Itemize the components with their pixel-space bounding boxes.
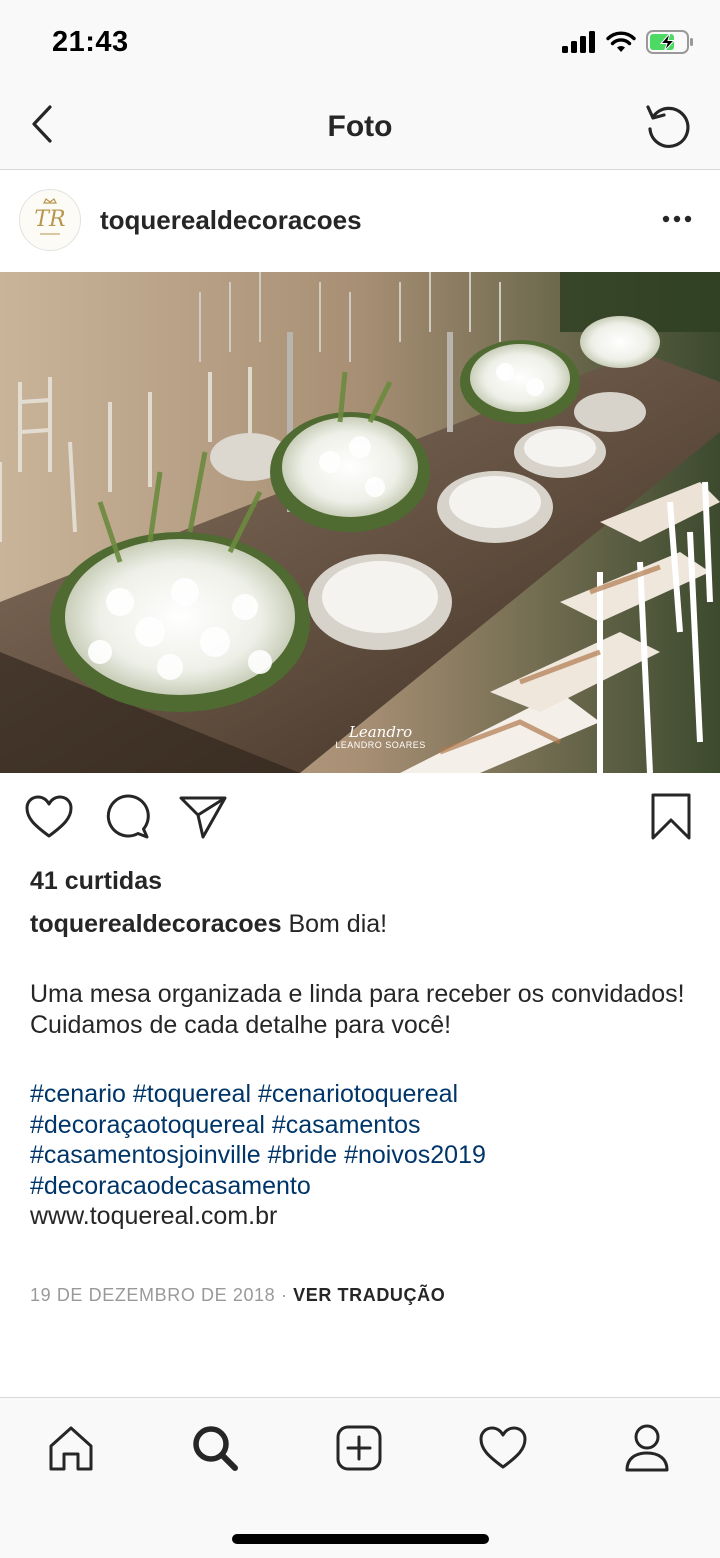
status-time: 21:43 bbox=[52, 26, 129, 58]
battery-charging-icon bbox=[646, 29, 694, 59]
hashtag[interactable]: #cenariotoquereal bbox=[258, 1080, 458, 1108]
status-bar: 21:43 bbox=[0, 0, 720, 86]
photo-watermark: Leandro LEANDRO SOARES bbox=[333, 725, 428, 751]
caption-hashtags: #cenario #toquereal #cenariotoquereal #d… bbox=[30, 1079, 690, 1201]
meta-separator: · bbox=[280, 1285, 288, 1305]
tab-activity[interactable] bbox=[473, 1422, 533, 1478]
tab-profile[interactable] bbox=[617, 1422, 677, 1478]
watermark-script: Leandro bbox=[348, 723, 413, 741]
avatar[interactable]: TR bbox=[19, 189, 81, 251]
status-icons bbox=[562, 29, 694, 59]
comment-icon bbox=[103, 793, 151, 846]
more-horizontal-icon bbox=[662, 210, 692, 228]
post-actions bbox=[0, 773, 720, 865]
caption-username[interactable]: toquerealdecoracoes bbox=[30, 910, 282, 938]
post-caption: toquerealdecoracoes Bom dia! Uma mesa or… bbox=[30, 909, 690, 1232]
like-button[interactable] bbox=[23, 793, 75, 845]
profile-icon bbox=[623, 1423, 671, 1478]
activity-heart-icon bbox=[478, 1425, 528, 1476]
post-username[interactable]: toquerealdecoracoes bbox=[100, 205, 362, 236]
hashtag[interactable]: #cenario bbox=[30, 1080, 126, 1108]
likes-count[interactable]: 41 curtidas bbox=[30, 867, 162, 896]
hashtag[interactable]: #decoraçaotoquereal bbox=[30, 1111, 265, 1139]
caption-first-line: Bom dia! bbox=[288, 910, 388, 938]
hashtag[interactable]: #noivos2019 bbox=[344, 1141, 486, 1169]
tab-search[interactable] bbox=[185, 1422, 245, 1478]
hashtag[interactable]: #toquereal bbox=[133, 1080, 251, 1108]
watermark-name: LEANDRO SOARES bbox=[335, 740, 426, 750]
wifi-icon bbox=[606, 31, 636, 58]
caption-website: www.toquereal.com.br bbox=[30, 1202, 278, 1230]
tab-new-post[interactable] bbox=[329, 1422, 389, 1478]
new-post-icon bbox=[335, 1424, 383, 1477]
avatar-logo-text: TR bbox=[34, 207, 66, 232]
hashtag[interactable]: #casamentosjoinville bbox=[30, 1141, 261, 1169]
navigation-bar: Foto bbox=[0, 86, 720, 170]
home-icon bbox=[47, 1424, 95, 1477]
comment-button[interactable] bbox=[101, 793, 153, 845]
paper-plane-icon bbox=[178, 794, 228, 845]
cellular-signal-icon bbox=[562, 30, 596, 58]
save-button[interactable] bbox=[645, 793, 697, 845]
hashtag[interactable]: #casamentos bbox=[272, 1111, 421, 1139]
share-button[interactable] bbox=[177, 793, 229, 845]
see-translation-link[interactable]: VER TRADUÇÃO bbox=[293, 1285, 445, 1305]
bookmark-icon bbox=[650, 792, 692, 847]
post-header: TR toquerealdecoracoes bbox=[0, 171, 720, 272]
search-icon bbox=[191, 1424, 239, 1477]
refresh-icon bbox=[643, 101, 691, 154]
caption-body-line-2: Cuidamos de cada detalhe para você! bbox=[30, 1011, 452, 1039]
more-options-button[interactable] bbox=[660, 207, 694, 231]
hashtag[interactable]: #bride bbox=[268, 1141, 338, 1169]
page-title: Foto bbox=[327, 110, 393, 143]
caption-body-line-1: Uma mesa organizada e linda para receber… bbox=[30, 980, 685, 1008]
post-photo[interactable]: Leandro LEANDRO SOARES bbox=[0, 272, 720, 773]
heart-icon bbox=[24, 794, 74, 845]
refresh-button[interactable] bbox=[642, 102, 692, 152]
home-indicator[interactable] bbox=[232, 1534, 489, 1544]
post-date: 19 DE DEZEMBRO DE 2018 bbox=[30, 1285, 276, 1305]
post-meta: 19 DE DEZEMBRO DE 2018 · VER TRADUÇÃO bbox=[30, 1285, 445, 1306]
hashtag[interactable]: #decoracaodecasamento bbox=[30, 1172, 311, 1200]
tab-home[interactable] bbox=[41, 1422, 101, 1478]
